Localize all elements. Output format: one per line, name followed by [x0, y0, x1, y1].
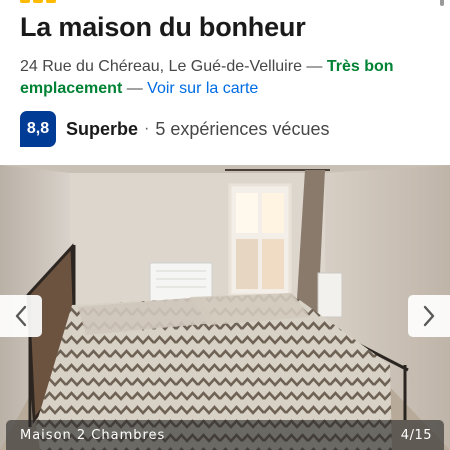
previous-photo-button[interactable]	[0, 295, 42, 337]
status-marker-icon	[440, 0, 444, 6]
photo-caption-bar: Maison 2 Chambres 4/15	[6, 420, 444, 450]
next-photo-button[interactable]	[408, 295, 450, 337]
address-text: 24 Rue du Chéreau, Le Gué-de-Velluire	[20, 58, 302, 75]
address-separator: —	[301, 58, 327, 75]
photo-caption: Maison 2 Chambres	[20, 427, 166, 443]
review-separator: ·	[144, 120, 150, 137]
star-icon	[33, 0, 43, 3]
review-score-badge: 8,8	[20, 111, 56, 147]
property-title: La maison du bonheur	[20, 12, 306, 42]
star-icon	[46, 0, 56, 3]
photo-counter: 4/15	[400, 427, 432, 443]
property-photo[interactable]	[0, 165, 450, 450]
star-icon	[20, 0, 30, 3]
review-score-row[interactable]: 8,8 Superbe · 5 expériences vécues	[20, 111, 329, 147]
review-count-link[interactable]: 5 expériences vécues	[155, 119, 329, 140]
property-address-line: 24 Rue du Chéreau, Le Gué-de-Velluire — …	[20, 56, 440, 100]
star-rating-icons	[20, 0, 56, 3]
review-score-label: Superbe	[66, 118, 139, 139]
chevron-right-icon	[423, 305, 435, 327]
bedroom-photo-illustration	[0, 165, 450, 450]
chevron-left-icon	[15, 305, 27, 327]
show-on-map-link[interactable]: Voir sur la carte	[147, 80, 258, 97]
map-separator: —	[122, 80, 148, 97]
